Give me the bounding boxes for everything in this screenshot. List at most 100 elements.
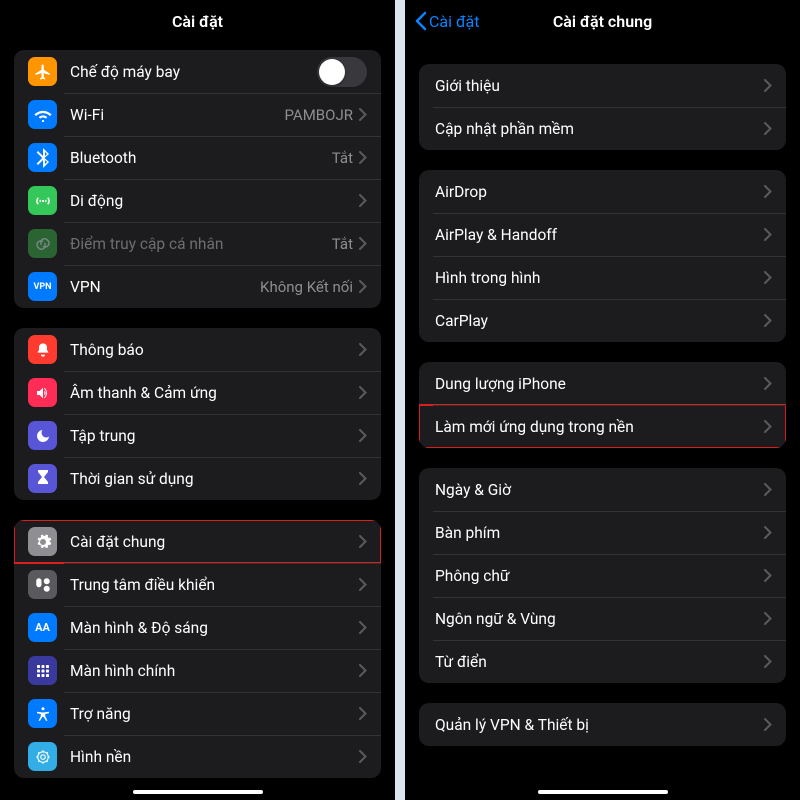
label-datetime: Ngày & Giờ [435,481,764,499]
label-wifi: Wi-Fi [70,106,284,124]
controlcenter-icon [28,570,57,599]
row-general[interactable]: Cài đặt chung [14,520,381,563]
label-software: Cập nhật phần mềm [435,120,764,138]
label-about: Giới thiệu [435,77,764,95]
label-airdrop: AirDrop [435,183,764,201]
row-airdrop[interactable]: AirDrop [419,170,786,213]
home-indicator[interactable] [133,790,263,795]
cellular-icon [28,186,57,215]
label-hotspot: Điểm truy cập cá nhân [70,235,332,253]
chevron-right-icon [764,228,772,241]
label-accessibility: Trợ năng [70,705,359,723]
value-wifi: PAMBOJR [284,106,353,124]
value-hotspot: Tắt [332,235,353,253]
chevron-right-icon [359,280,367,293]
chevron-right-icon [764,314,772,327]
settings-root-screen: Cài đặt Chế độ máy bay Wi-Fi PAMBOJR [0,0,395,800]
chevron-right-icon [359,343,367,356]
row-vpn[interactable]: VPN VPN Không Kết nối [14,265,381,308]
chevron-right-icon [359,108,367,121]
group-storage: Dung lượng iPhone Làm mới ứng dụng trong… [419,362,786,448]
chevron-right-icon [359,429,367,442]
label-bluetooth: Bluetooth [70,149,332,167]
row-background-app-refresh[interactable]: Làm mới ứng dụng trong nền [419,405,786,448]
wallpaper-icon [28,742,57,771]
label-pip: Hình trong hình [435,269,764,287]
label-controlcenter: Trung tâm điều khiển [70,576,359,594]
home-indicator[interactable] [538,790,668,795]
row-cellular[interactable]: Di động [14,179,381,222]
label-cellular: Di động [70,192,359,210]
row-bluetooth[interactable]: Bluetooth Tắt [14,136,381,179]
row-controlcenter[interactable]: Trung tâm điều khiển [14,563,381,606]
row-fonts[interactable]: Phông chữ [419,554,786,597]
label-wallpaper: Hình nền [70,748,359,766]
group-locale: Ngày & Giờ Bàn phím Phông chữ Ngôn ngữ &… [419,468,786,683]
group-features: AirDrop AirPlay & Handoff Hình trong hìn… [419,170,786,342]
row-dictionary[interactable]: Từ điển [419,640,786,683]
wifi-icon [28,100,57,129]
label-airplane: Chế độ máy bay [70,63,317,81]
chevron-right-icon [359,664,367,677]
row-language[interactable]: Ngôn ngữ & Vùng [419,597,786,640]
row-wallpaper[interactable]: Hình nền [14,735,381,778]
moon-icon [28,421,57,450]
row-software-update[interactable]: Cập nhật phần mềm [419,107,786,150]
row-datetime[interactable]: Ngày & Giờ [419,468,786,511]
group-connectivity: Chế độ máy bay Wi-Fi PAMBOJR Bluetooth T… [14,50,381,308]
label-language: Ngôn ngữ & Vùng [435,610,764,628]
group-vpn-device: Quản lý VPN & Thiết bị [419,703,786,746]
row-keyboard[interactable]: Bàn phím [419,511,786,554]
row-display[interactable]: AA Màn hình & Độ sáng [14,606,381,649]
chevron-right-icon [764,569,772,582]
label-vpndevice: Quản lý VPN & Thiết bị [435,716,764,734]
nav-bar: Cài đặt [0,0,395,42]
label-display: Màn hình & Độ sáng [70,619,359,637]
chevron-right-icon [359,750,367,763]
group-notifications: Thông báo Âm thanh & Cảm ứng Tập trung [14,328,381,500]
airplane-toggle[interactable] [317,57,367,87]
chevron-right-icon [764,483,772,496]
row-sounds[interactable]: Âm thanh & Cảm ứng [14,371,381,414]
back-button[interactable]: Cài đặt [415,0,479,42]
chevron-right-icon [359,151,367,164]
row-iphone-storage[interactable]: Dung lượng iPhone [419,362,786,405]
bell-icon [28,335,57,364]
homescreen-icon [28,656,57,685]
label-homescreen: Màn hình chính [70,662,359,680]
hotspot-icon [28,229,57,258]
hourglass-icon [28,464,57,493]
row-airplane-mode[interactable]: Chế độ máy bay [14,50,381,93]
row-accessibility[interactable]: Trợ năng [14,692,381,735]
row-pip[interactable]: Hình trong hình [419,256,786,299]
row-vpn-device[interactable]: Quản lý VPN & Thiết bị [419,703,786,746]
chevron-right-icon [359,621,367,634]
chevron-right-icon [764,526,772,539]
value-vpn: Không Kết nối [260,278,353,296]
group-general: Cài đặt chung Trung tâm điều khiển AA Mà… [14,520,381,778]
row-notifications[interactable]: Thông báo [14,328,381,371]
label-bgrefresh: Làm mới ứng dụng trong nền [435,418,764,436]
general-settings-screen: Cài đặt Cài đặt chung Giới thiệu Cập nhậ… [405,0,800,800]
vpn-icon: VPN [28,272,57,301]
row-about[interactable]: Giới thiệu [419,64,786,107]
accessibility-icon [28,699,57,728]
chevron-right-icon [764,420,772,433]
chevron-right-icon [359,386,367,399]
chevron-left-icon [415,11,427,31]
row-airplay[interactable]: AirPlay & Handoff [419,213,786,256]
label-sounds: Âm thanh & Cảm ứng [70,384,359,402]
row-focus[interactable]: Tập trung [14,414,381,457]
row-wifi[interactable]: Wi-Fi PAMBOJR [14,93,381,136]
chevron-right-icon [764,185,772,198]
row-hotspot[interactable]: Điểm truy cập cá nhân Tắt [14,222,381,265]
chevron-right-icon [764,79,772,92]
nav-title: Cài đặt chung [553,12,652,31]
display-icon: AA [28,613,57,642]
chevron-right-icon [764,655,772,668]
row-screentime[interactable]: Thời gian sử dụng [14,457,381,500]
chevron-right-icon [764,122,772,135]
row-carplay[interactable]: CarPlay [419,299,786,342]
chevron-right-icon [764,718,772,731]
row-homescreen[interactable]: Màn hình chính [14,649,381,692]
